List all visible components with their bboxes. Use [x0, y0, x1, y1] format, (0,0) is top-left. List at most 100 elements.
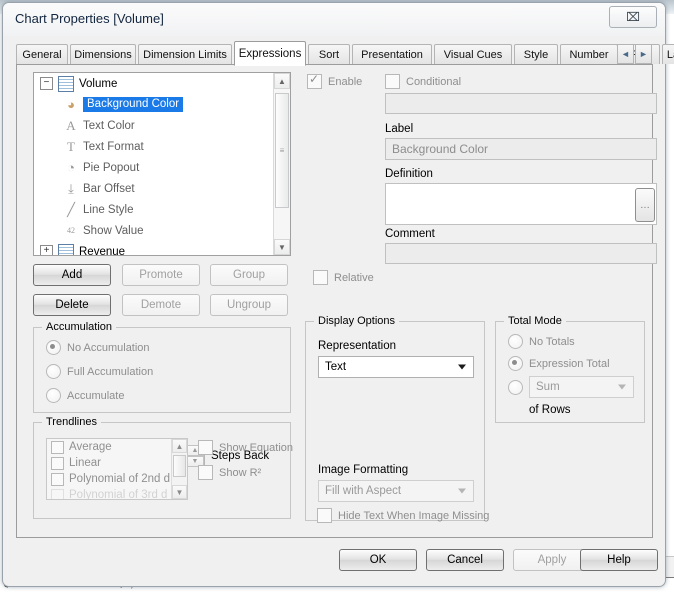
accumulation-group-title: Accumulation: [42, 321, 117, 333]
tree-item-show-value[interactable]: 42 Show Value: [34, 220, 290, 241]
tree-item-text-format[interactable]: T Text Format: [34, 136, 290, 157]
trendlines-scroll-down-icon[interactable]: ▼: [172, 485, 187, 499]
cancel-button[interactable]: Cancel: [426, 549, 504, 571]
pie-popout-icon: ◔: [64, 160, 78, 175]
checkbox-enable-icon: [307, 72, 322, 89]
tree-item-label: Text Format: [83, 140, 144, 153]
text-color-icon: A: [64, 117, 78, 133]
tree-item-label: Revenue: [79, 245, 126, 256]
tree-item-label: Bar Offset: [83, 182, 135, 195]
delete-button[interactable]: Delete: [33, 294, 111, 316]
demote-button[interactable]: Demote: [122, 294, 200, 316]
tree-scroll-down-icon[interactable]: ▼: [274, 239, 290, 255]
tab-dimension-limits[interactable]: Dimension Limits: [138, 44, 232, 64]
trendline-item-linear[interactable]: Linear: [47, 455, 187, 471]
tree-item-pie-popout[interactable]: ◔ Pie Popout: [34, 157, 290, 178]
ungroup-button[interactable]: Ungroup: [210, 294, 288, 316]
tree-scrollbar[interactable]: ▲ ≡ ▼: [273, 73, 290, 255]
chart-properties-dialog: Chart Properties [Volume] ⌧ General Dimen…: [2, 2, 674, 587]
tab-visual-cues[interactable]: Visual Cues: [434, 44, 512, 64]
palette-icon-glyph: ◕: [67, 96, 75, 112]
tab-dimensions[interactable]: Dimensions: [70, 44, 136, 64]
trendlines-list[interactable]: Average Linear Polynomial of 2nd d Polynomi…: [46, 438, 188, 500]
trendline-item-polynomial-of-2nd-d[interactable]: Polynomial of 2nd d: [47, 471, 187, 487]
trendline-item-polynomial-of-3rd-d[interactable]: Polynomial of 3rd d: [47, 487, 187, 499]
radio-full-accumulation-icon: [46, 364, 61, 379]
definition-input[interactable]: [385, 183, 657, 225]
help-button[interactable]: Help: [580, 549, 658, 571]
trendlines-scrollbar[interactable]: ▲ ▼: [171, 439, 187, 499]
trendline-item-label: Polynomial of 2nd d: [69, 473, 171, 485]
trendlines-scrollbar-thumb[interactable]: [173, 455, 186, 477]
text-color-icon-glyph: A: [66, 117, 76, 133]
tree-item-background-color[interactable]: ◕ Background Color: [34, 94, 290, 115]
conditional-input[interactable]: [385, 93, 657, 114]
checkbox-enable[interactable]: Enable: [307, 72, 362, 89]
image-formatting-select[interactable]: Fill with Aspect: [318, 480, 474, 502]
radio-no-totals-label: No Totals: [529, 335, 575, 348]
trendline-checkbox-icon[interactable]: [51, 472, 64, 486]
collapse-icon[interactable]: −: [40, 77, 53, 90]
radio-no-accumulation[interactable]: No Accumulation: [46, 340, 150, 355]
close-icon[interactable]: ⌧: [609, 6, 657, 28]
label-input[interactable]: Background Color: [385, 138, 657, 160]
ok-button[interactable]: OK: [339, 549, 417, 571]
representation-select[interactable]: Text: [318, 356, 474, 378]
tree-item-revenue[interactable]: + Revenue: [34, 241, 290, 256]
expressions-tree[interactable]: − Volume ◕ Background Color A Text Color T Text…: [33, 72, 291, 256]
tree-item-label: Line Style: [83, 203, 134, 216]
tree-item-line-style[interactable]: ╱ Line Style: [34, 199, 290, 220]
radio-expression-total[interactable]: Expression Total: [508, 356, 610, 371]
trendline-checkbox-icon[interactable]: [51, 488, 64, 499]
comment-input[interactable]: [385, 243, 657, 264]
trendlines-group: Trendlines Average Linear Polynomial of 2n…: [33, 416, 293, 519]
bar-offset-icon-glyph: ⤓: [68, 180, 74, 196]
tree-scrollbar-thumb[interactable]: ≡: [275, 93, 289, 208]
radio-accumulate[interactable]: Accumulate: [46, 388, 124, 403]
tree-item-bar-offset[interactable]: ⤓ Bar Offset: [34, 178, 290, 199]
radio-no-totals-icon: [508, 334, 523, 349]
tab-general[interactable]: General: [16, 44, 68, 64]
radio-accumulate-icon: [46, 388, 61, 403]
show-value-icon-glyph: 42: [67, 226, 75, 235]
trendlines-scroll-up-icon[interactable]: ▲: [172, 439, 187, 453]
tab-presentation[interactable]: Presentation: [352, 44, 432, 64]
tree-scroll-up-icon[interactable]: ▲: [274, 73, 290, 89]
aggregation-select[interactable]: Sum: [529, 376, 634, 398]
checkbox-conditional[interactable]: Conditional: [385, 74, 461, 89]
tab-style[interactable]: Style: [514, 44, 558, 64]
radio-no-totals[interactable]: No Totals: [508, 334, 575, 349]
tab-scroll-right-icon[interactable]: ►: [635, 44, 652, 64]
tab-la[interactable]: La: [662, 44, 674, 64]
tree-item-text-color[interactable]: A Text Color: [34, 115, 290, 136]
tab-expressions[interactable]: Expressions: [234, 41, 306, 66]
trendline-checkbox-icon[interactable]: [51, 456, 64, 470]
add-button[interactable]: Add: [33, 264, 111, 286]
trendline-checkbox-icon[interactable]: [51, 440, 64, 454]
tree-item-volume[interactable]: − Volume: [34, 73, 290, 94]
tab-scroll-left-icon[interactable]: ◄: [617, 44, 634, 64]
radio-aggregation[interactable]: [508, 380, 529, 395]
checkbox-show-equation[interactable]: Show Equation: [198, 440, 293, 455]
radio-no-accumulation-icon: [46, 340, 61, 355]
group-button[interactable]: Group: [210, 264, 288, 286]
accumulation-group: Accumulation No Accumulation Full Accumu…: [33, 321, 291, 413]
tab-number[interactable]: Number: [560, 44, 618, 64]
checkbox-hide-text-when-image-missing[interactable]: Hide Text When Image Missing: [317, 508, 489, 523]
tab-sort[interactable]: Sort: [308, 44, 350, 64]
expand-icon[interactable]: +: [40, 245, 53, 255]
radio-aggregation-icon: [508, 380, 523, 395]
trendline-item-label: Average: [69, 441, 112, 453]
dialog-titlebar: Chart Properties [Volume] ⌧: [3, 3, 665, 36]
promote-button[interactable]: Promote: [122, 264, 200, 286]
radio-full-accumulation[interactable]: Full Accumulation: [46, 364, 153, 379]
trendline-item-average[interactable]: Average: [47, 439, 187, 455]
checkbox-relative[interactable]: Relative: [313, 270, 374, 285]
radio-accumulate-label: Accumulate: [67, 389, 125, 402]
radio-no-accumulation-label: No Accumulation: [67, 341, 150, 354]
checkbox-show-r2[interactable]: Show R²: [198, 465, 261, 480]
image-formatting-caption: Image Formatting: [318, 464, 409, 476]
checkbox-relative-label: Relative: [334, 271, 374, 284]
dialog-title: Chart Properties [Volume]: [15, 11, 164, 26]
definition-expand-button[interactable]: …: [635, 188, 655, 222]
